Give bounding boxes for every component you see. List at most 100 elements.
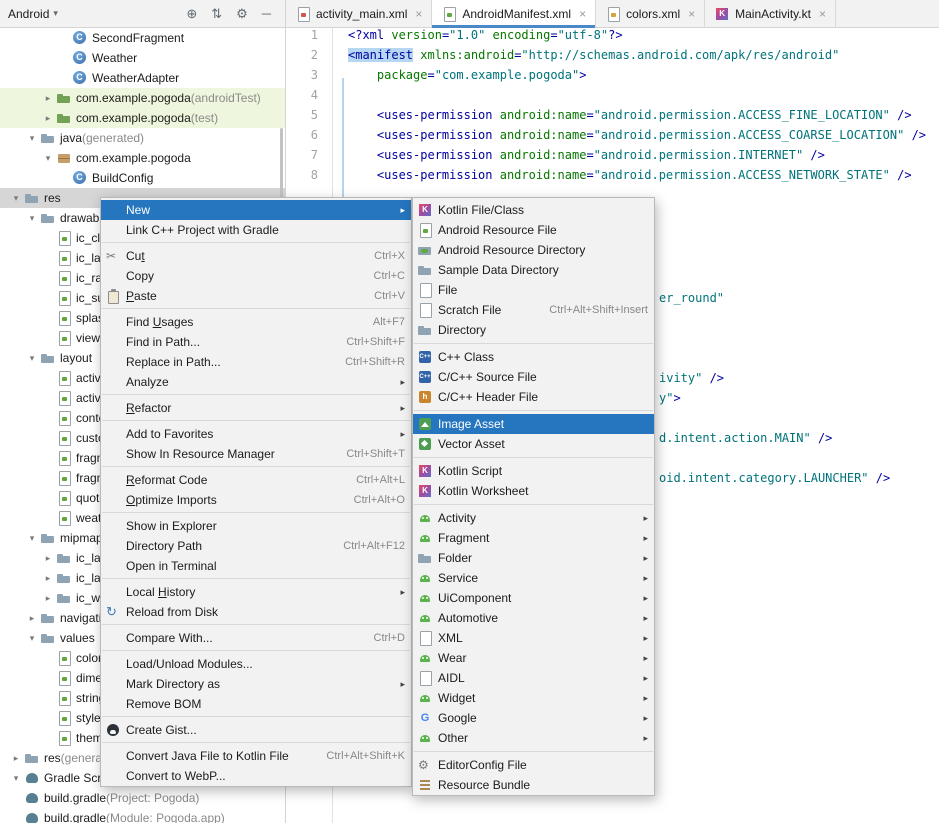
new-submenu-item-uicomponent[interactable]: UiComponent▸ (413, 588, 654, 608)
new-submenu-item-other[interactable]: Other▸ (413, 728, 654, 748)
close-tab-icon[interactable]: × (415, 8, 422, 20)
close-tab-icon[interactable]: × (819, 8, 826, 20)
close-tab-icon[interactable]: × (688, 8, 695, 20)
tree-expand-arrow-icon[interactable]: ▾ (24, 633, 40, 644)
new-submenu-item-folder[interactable]: Folder▸ (413, 548, 654, 568)
context-menu-item-create-gist[interactable]: Create Gist... (101, 720, 411, 740)
new-submenu-item-widget[interactable]: Widget▸ (413, 688, 654, 708)
tree-expand-arrow-icon[interactable]: ▸ (40, 593, 56, 604)
context-menu-item-find-usages[interactable]: Find UsagesAlt+F7 (101, 312, 411, 332)
editor-tab-androidmanifest-xml[interactable]: AndroidManifest.xml× (432, 0, 596, 28)
tree-item-com-example-pogodatest[interactable]: ▸com.example.pogoda (test) (0, 108, 285, 128)
context-menu-item-mark-directory-as[interactable]: Mark Directory as▸ (101, 674, 411, 694)
new-submenu-item-service[interactable]: Service▸ (413, 568, 654, 588)
tree-expand-arrow-icon[interactable]: ▸ (40, 553, 56, 564)
context-menu-item-paste[interactable]: PasteCtrl+V (101, 286, 411, 306)
context-menu-item-open-in-terminal[interactable]: Open in Terminal (101, 556, 411, 576)
new-submenu-item-wear[interactable]: Wear▸ (413, 648, 654, 668)
new-submenu-item-image-asset[interactable]: Image Asset (413, 414, 654, 434)
tree-expand-arrow-icon[interactable]: ▾ (24, 213, 40, 224)
new-submenu-item-editorconfig-file[interactable]: EditorConfig File (413, 755, 654, 775)
new-submenu-item-sample-data-directory[interactable]: Sample Data Directory (413, 260, 654, 280)
tree-item-weatheradapter[interactable]: WeatherAdapter (0, 68, 285, 88)
new-submenu-item-scratch-file[interactable]: Scratch FileCtrl+Alt+Shift+Insert (413, 300, 654, 320)
context-menu-item-show-in-explorer[interactable]: Show in Explorer (101, 516, 411, 536)
new-submenu-item-kotlin-script[interactable]: Kotlin Script (413, 461, 654, 481)
context-menu-item-add-to-favorites[interactable]: Add to Favorites▸ (101, 424, 411, 444)
tree-expand-arrow-icon[interactable]: ▸ (24, 613, 40, 624)
new-submenu-item-android-resource-directory[interactable]: Android Resource Directory (413, 240, 654, 260)
tree-expand-arrow-icon[interactable]: ▾ (40, 153, 56, 164)
tree-item-weather[interactable]: Weather (0, 48, 285, 68)
close-tab-icon[interactable]: × (579, 8, 586, 20)
tree-item-label: com.example.pogoda (76, 151, 191, 165)
new-submenu-item-resource-bundle[interactable]: Resource Bundle (413, 775, 654, 795)
context-menu-item-load-unload-modules[interactable]: Load/Unload Modules... (101, 654, 411, 674)
context-menu-item-convert-to-webp[interactable]: Convert to WebP... (101, 766, 411, 786)
tree-item-com-example-pogoda[interactable]: ▾ com.example.pogoda (0, 148, 285, 168)
settings-gear-icon[interactable]: ⚙ (236, 0, 248, 28)
context-menu-item-reformat-code[interactable]: Reformat CodeCtrl+Alt+L (101, 470, 411, 490)
new-submenu-item-aidl[interactable]: AIDL▸ (413, 668, 654, 688)
tree-expand-arrow-icon[interactable]: ▸ (40, 113, 56, 124)
tree-expand-arrow-icon[interactable]: ▾ (24, 353, 40, 364)
context-menu-item-local-history[interactable]: Local History▸ (101, 582, 411, 602)
tree-expand-arrow-icon[interactable]: ▾ (8, 193, 24, 204)
tree-item-com-example-pogodaandroidtest[interactable]: ▸com.example.pogoda (androidTest) (0, 88, 285, 108)
context-menu-item-link-c-project-with-gradle[interactable]: Link C++ Project with Gradle (101, 220, 411, 240)
context-menu-item-convert-java-file-to-kotlin-file[interactable]: Convert Java File to Kotlin FileCtrl+Alt… (101, 746, 411, 766)
context-menu-item-show-in-resource-manager[interactable]: Show In Resource ManagerCtrl+Shift+T (101, 444, 411, 464)
collapse-all-icon[interactable]: ⇅ (211, 0, 222, 28)
editor-tab-colors-xml[interactable]: colors.xml× (596, 0, 705, 28)
new-submenu-item-google[interactable]: Google▸ (413, 708, 654, 728)
context-menu-item-optimize-imports[interactable]: Optimize ImportsCtrl+Alt+O (101, 490, 411, 510)
tree-item-build-gradleproject-pogoda[interactable]: build.gradle (Project: Pogoda) (0, 788, 285, 808)
new-submenu-item-activity[interactable]: Activity▸ (413, 508, 654, 528)
locate-file-icon[interactable]: ⊕ (186, 0, 197, 28)
tree-expand-arrow-icon[interactable]: ▾ (24, 133, 40, 144)
context-menu-item-compare-with[interactable]: Compare With...Ctrl+D (101, 628, 411, 648)
menu-item-shortcut: Ctrl+Alt+Shift+K (326, 750, 405, 762)
tree-expand-arrow-icon[interactable]: ▸ (40, 573, 56, 584)
new-submenu-item-automotive[interactable]: Automotive▸ (413, 608, 654, 628)
tree-item-build-gradlemodule-pogoda-app[interactable]: build.gradle (Module: Pogoda.app) (0, 808, 285, 823)
tree-expand-arrow-icon[interactable]: ▾ (8, 773, 24, 784)
new-submenu-item-fragment[interactable]: Fragment▸ (413, 528, 654, 548)
context-menu-item-new[interactable]: New▸ (101, 200, 411, 220)
new-submenu-item-c-class[interactable]: C++ Class (413, 347, 654, 367)
new-submenu-item-vector-asset[interactable]: Vector Asset (413, 434, 654, 454)
project-view-selector[interactable]: Android ▾ (8, 7, 58, 21)
context-menu-item-analyze[interactable]: Analyze▸ (101, 372, 411, 392)
tree-expand-arrow-icon[interactable]: ▾ (24, 533, 40, 544)
context-menu-item-cut[interactable]: CutCtrl+X (101, 246, 411, 266)
context-menu-item-find-in-path[interactable]: Find in Path...Ctrl+Shift+F (101, 332, 411, 352)
new-submenu-item-c-c-header-file[interactable]: C/C++ Header File (413, 387, 654, 407)
line-number: 7 (286, 148, 332, 168)
tree-item-secondfragment[interactable]: SecondFragment (0, 28, 285, 48)
tree-expand-arrow-icon[interactable]: ▸ (8, 753, 24, 764)
editor-tab-activity-main-xml[interactable]: activity_main.xml× (286, 0, 432, 28)
context-menu-item-refactor[interactable]: Refactor▸ (101, 398, 411, 418)
new-submenu-item-android-resource-file[interactable]: Android Resource File (413, 220, 654, 240)
code-token: > (673, 391, 680, 405)
tree-expand-arrow-icon[interactable]: ▸ (40, 93, 56, 104)
tree-item-javagenerated[interactable]: ▾java (generated) (0, 128, 285, 148)
context-menu-item-replace-in-path[interactable]: Replace in Path...Ctrl+Shift+R (101, 352, 411, 372)
new-submenu-item-file[interactable]: File (413, 280, 654, 300)
menu-item-label: Analyze (126, 375, 392, 389)
new-submenu-item-directory[interactable]: Directory (413, 320, 654, 340)
context-menu-item-copy[interactable]: CopyCtrl+C (101, 266, 411, 286)
code-token: encoding (493, 28, 551, 42)
hide-panel-icon[interactable]: ─ (262, 0, 271, 28)
new-submenu-item-c-c-source-file[interactable]: C/C++ Source File (413, 367, 654, 387)
context-menu-item-reload-from-disk[interactable]: Reload from Disk (101, 602, 411, 622)
new-submenu-item-kotlin-worksheet[interactable]: Kotlin Worksheet (413, 481, 654, 501)
context-menu-item-remove-bom[interactable]: Remove BOM (101, 694, 411, 714)
new-submenu-item-xml[interactable]: XML▸ (413, 628, 654, 648)
context-menu-item-directory-path[interactable]: Directory PathCtrl+Alt+F12 (101, 536, 411, 556)
submenu-arrow-icon: ▸ (639, 613, 648, 624)
tree-item-buildconfig[interactable]: BuildConfig (0, 168, 285, 188)
new-submenu-item-kotlin-file-class[interactable]: Kotlin File/Class (413, 200, 654, 220)
editor-tab-mainactivity-kt[interactable]: MainActivity.kt× (705, 0, 836, 28)
code-area[interactable]: <?xml version="1.0" encoding="utf-8"?><m… (348, 28, 939, 188)
